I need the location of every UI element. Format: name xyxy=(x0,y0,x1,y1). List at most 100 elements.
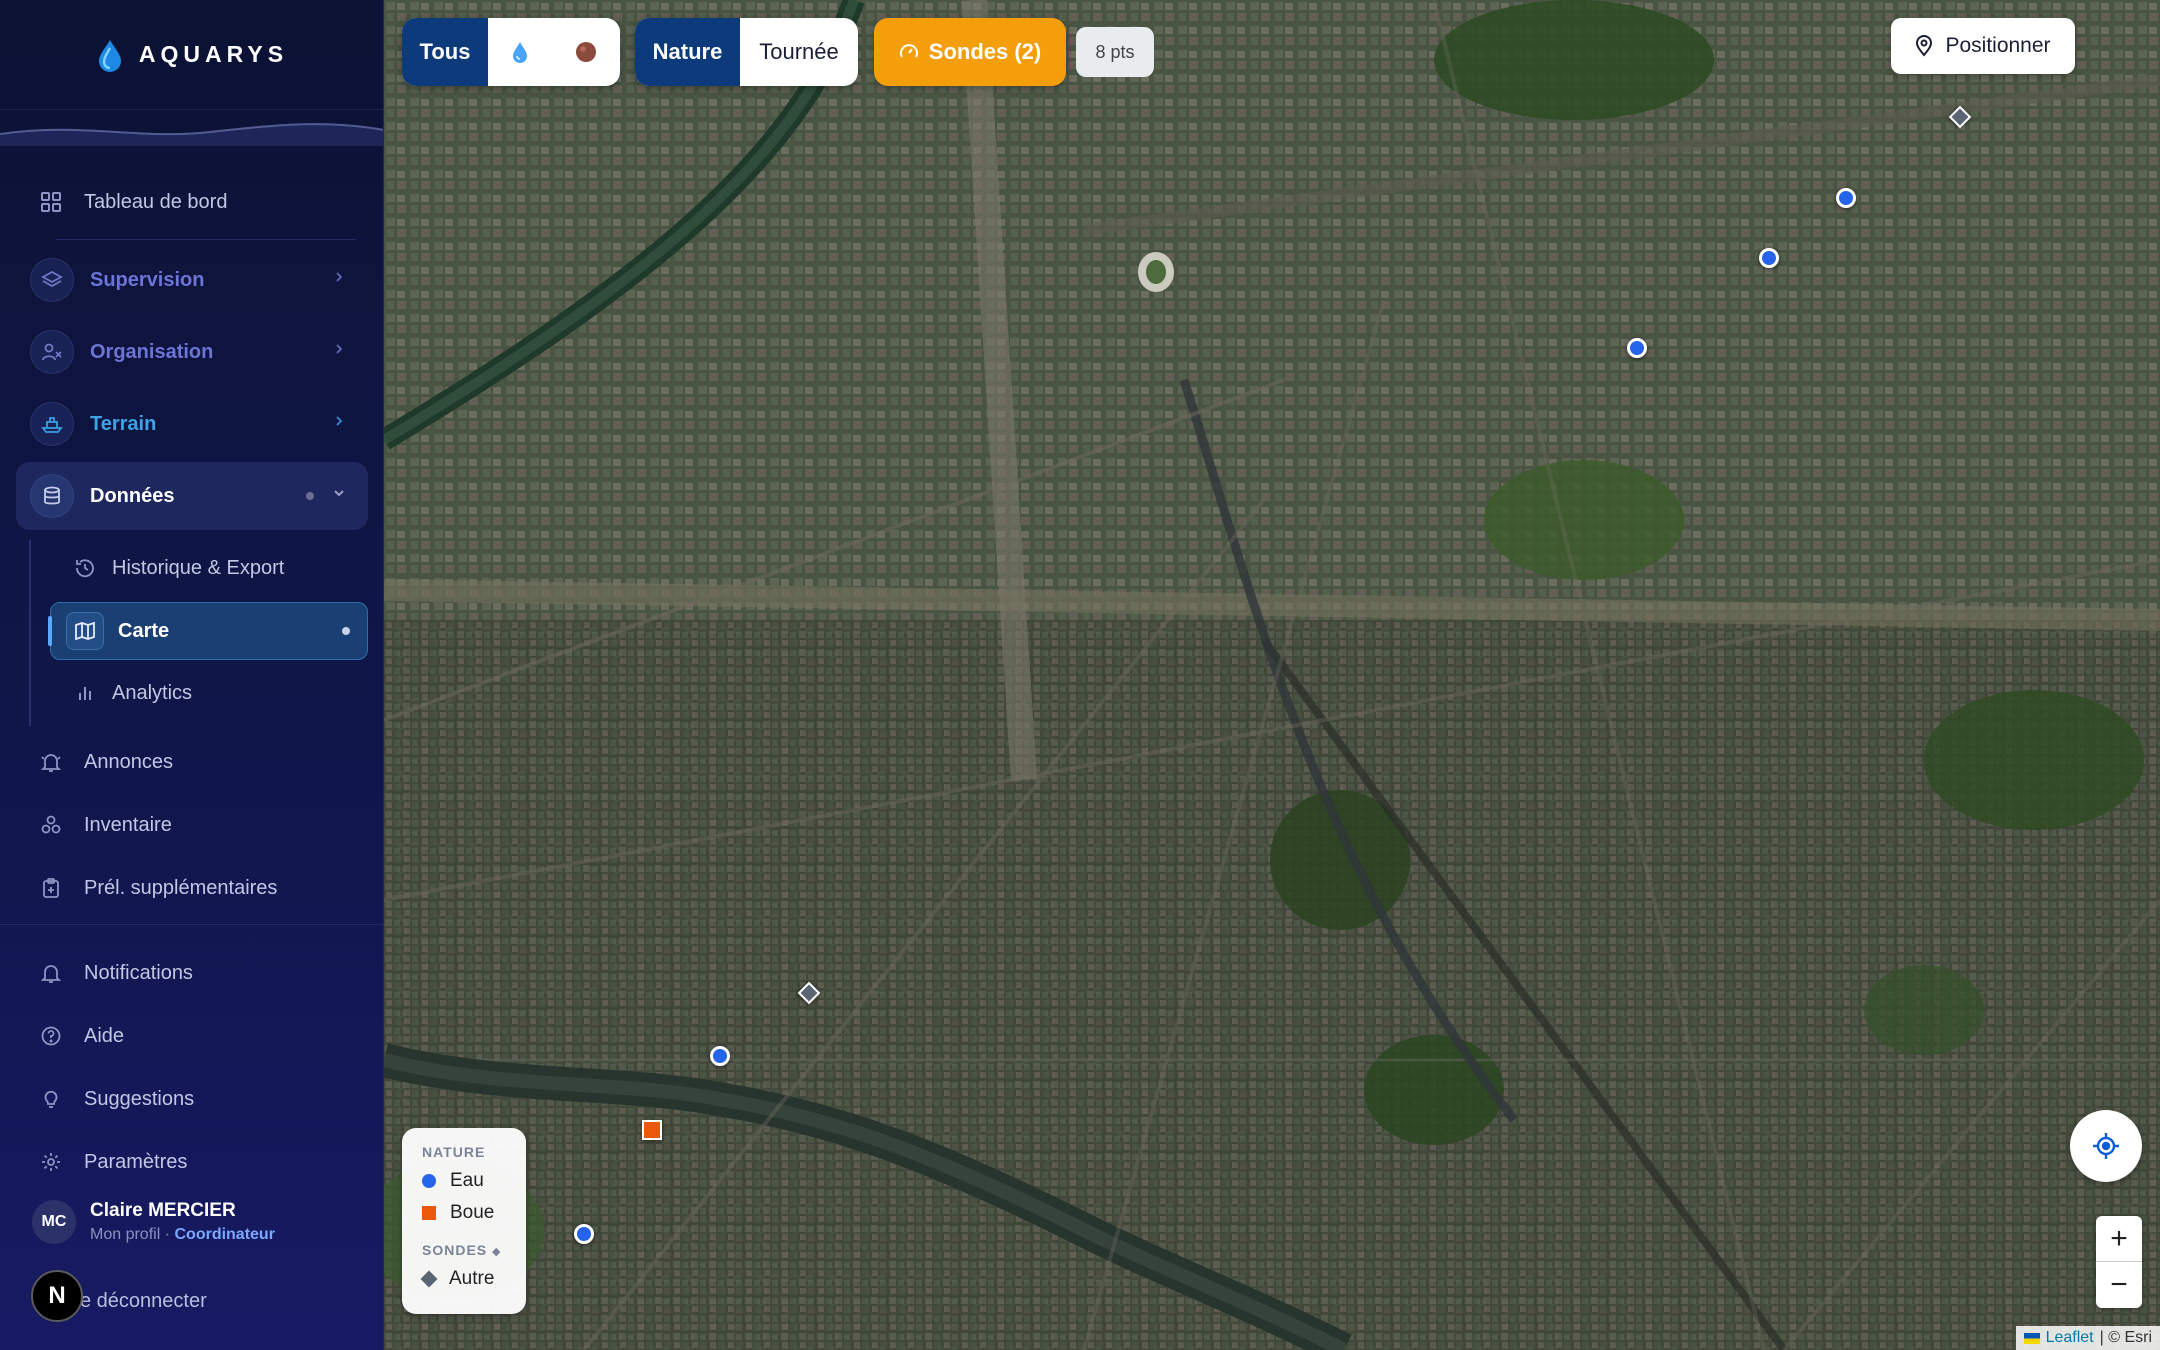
brand[interactable]: AQUARYS xyxy=(0,0,383,110)
status-dot xyxy=(306,492,314,500)
ukraine-flag-icon xyxy=(2023,1332,2040,1344)
user-profile[interactable]: MC Claire MERCIER Mon profil · Coordinat… xyxy=(32,1200,275,1244)
separator: · xyxy=(164,1226,171,1243)
chevron-right-icon xyxy=(336,344,343,354)
legend-eau-label: Eau xyxy=(450,1170,484,1191)
nav-parametres[interactable]: Paramètres xyxy=(0,1134,384,1190)
leaflet-link[interactable]: Leaflet xyxy=(2046,1329,2094,1347)
legend-nature-title: NATURE xyxy=(422,1144,486,1160)
map-marker-eau[interactable] xyxy=(710,1046,730,1066)
nav-group-organisation[interactable]: Organisation xyxy=(0,324,384,380)
user-name: Claire MERCIER xyxy=(90,1200,236,1221)
legend-boue-icon xyxy=(422,1206,436,1220)
points-count-badge: 8 pts xyxy=(1076,27,1154,77)
nav-group-terrain[interactable]: Terrain xyxy=(0,396,384,452)
avatar: MC xyxy=(32,1200,76,1244)
nav-group-supervision[interactable]: Supervision xyxy=(0,252,384,308)
help-circle-icon xyxy=(38,1023,64,1049)
nav-analytics[interactable]: Analytics xyxy=(0,665,384,721)
zoom-control: + − xyxy=(2096,1216,2142,1308)
nav-dashboard[interactable]: Tableau de bord xyxy=(0,174,384,230)
map-marker-boue[interactable] xyxy=(642,1120,662,1140)
n-badge-icon[interactable]: N xyxy=(31,1270,83,1322)
boat-icon xyxy=(30,402,74,446)
clipboard-plus-icon xyxy=(38,875,64,901)
layers-icon xyxy=(30,258,74,302)
legend-autre: Autre xyxy=(420,1268,526,1290)
map-attribution: Leaflet | © Esri xyxy=(2015,1326,2160,1350)
filter-all-button[interactable]: Tous xyxy=(402,18,488,86)
map-marker-eau[interactable] xyxy=(1836,188,1856,208)
users-icon xyxy=(30,330,74,374)
map-icon xyxy=(66,612,104,650)
nav-group-donnees-label: Données xyxy=(90,484,175,507)
status-dot xyxy=(342,627,350,635)
crosshair-icon xyxy=(2093,1133,2119,1159)
legend-sondes-title: SONDES ◆ xyxy=(422,1242,526,1258)
bell-ring-icon xyxy=(38,749,64,775)
gear-icon xyxy=(38,1149,64,1175)
locate-me-button[interactable] xyxy=(2070,1110,2142,1182)
map-legend: NATURE Eau Boue SONDES ◆ Autre xyxy=(402,1128,526,1314)
nav-suggestions-label: Suggestions xyxy=(84,1087,195,1110)
legend-autre-icon xyxy=(420,1270,438,1288)
brand-name: AQUARYS xyxy=(138,41,289,67)
nav-dashboard-label: Tableau de bord xyxy=(84,190,228,213)
nav-group-organisation-label: Organisation xyxy=(90,340,214,363)
filter-water-button[interactable] xyxy=(488,18,552,86)
nav-historique[interactable]: Historique & Export xyxy=(0,540,384,596)
filter-type-group: Tous xyxy=(402,18,620,86)
nav-aide[interactable]: Aide xyxy=(0,1008,384,1064)
mode-tournee-button[interactable]: Tournée xyxy=(740,18,858,86)
sondes-label: Sondes (2) xyxy=(928,39,1042,64)
nav-group-terrain-label: Terrain xyxy=(90,412,157,435)
nav-suggestions[interactable]: Suggestions xyxy=(0,1071,384,1127)
map-marker-eau[interactable] xyxy=(1627,338,1647,358)
nav-notifications[interactable]: Notifications xyxy=(0,945,384,1001)
legend-eau: Eau xyxy=(422,1170,526,1192)
nav-inventaire[interactable]: Inventaire xyxy=(0,797,384,853)
map-pin-icon xyxy=(1916,35,1933,57)
nav-annonces[interactable]: Annonces xyxy=(0,734,384,790)
positionner-button[interactable]: Positionner xyxy=(1891,18,2075,74)
positionner-label: Positionner xyxy=(1945,34,2051,57)
map-marker-eau[interactable] xyxy=(1759,248,1779,268)
bell-icon xyxy=(38,960,64,986)
satellite-map-imagery[interactable] xyxy=(384,0,2160,1350)
nav-group-donnees-row[interactable]: Données xyxy=(0,468,384,524)
chevron-right-icon xyxy=(336,416,343,426)
water-drop-logo-icon xyxy=(98,39,121,72)
nav-inventaire-label: Inventaire xyxy=(84,813,172,836)
sidebar: AQUARYS Tableau de bord Supervision Orga… xyxy=(0,0,384,1350)
logout-link[interactable]: e déconnecter xyxy=(80,1290,207,1313)
nav-prel-label: Prél. supplémentaires xyxy=(84,876,278,899)
zoom-out-button[interactable]: − xyxy=(2096,1262,2142,1308)
map-marker-eau[interactable] xyxy=(574,1224,594,1244)
nav-notifications-label: Notifications xyxy=(84,961,193,984)
sondes-button[interactable]: Sondes (2) xyxy=(874,18,1066,86)
nav-prel[interactable]: Prél. supplémentaires xyxy=(0,860,384,916)
profile-link[interactable]: Mon profil xyxy=(90,1226,160,1243)
chevron-right-icon xyxy=(336,272,343,282)
nav-annonces-label: Annonces xyxy=(84,750,173,773)
gauge-icon xyxy=(899,44,918,58)
bar-chart-icon xyxy=(72,680,98,706)
user-role: Coordinateur xyxy=(174,1226,275,1243)
filter-sludge-button[interactable] xyxy=(552,18,620,86)
database-icon xyxy=(30,474,74,518)
zoom-in-button[interactable]: + xyxy=(2096,1216,2142,1262)
water-drop-icon xyxy=(513,42,527,63)
legend-boue-label: Boue xyxy=(450,1202,495,1223)
legend-autre-label: Autre xyxy=(449,1268,495,1289)
map-view[interactable] xyxy=(384,0,2160,1350)
nav-carte[interactable]: Carte xyxy=(0,603,384,659)
nav-carte-label: Carte xyxy=(118,619,170,642)
chevron-down-icon xyxy=(334,490,344,497)
user-sub: Mon profil · Coordinateur xyxy=(90,1226,275,1244)
legend-eau-icon xyxy=(422,1174,436,1188)
divider xyxy=(56,239,356,240)
mode-nature-button[interactable]: Nature xyxy=(635,18,740,86)
nav-aide-label: Aide xyxy=(84,1024,125,1047)
legend-sondes-title-text: SONDES xyxy=(422,1242,488,1258)
divider xyxy=(0,924,384,925)
